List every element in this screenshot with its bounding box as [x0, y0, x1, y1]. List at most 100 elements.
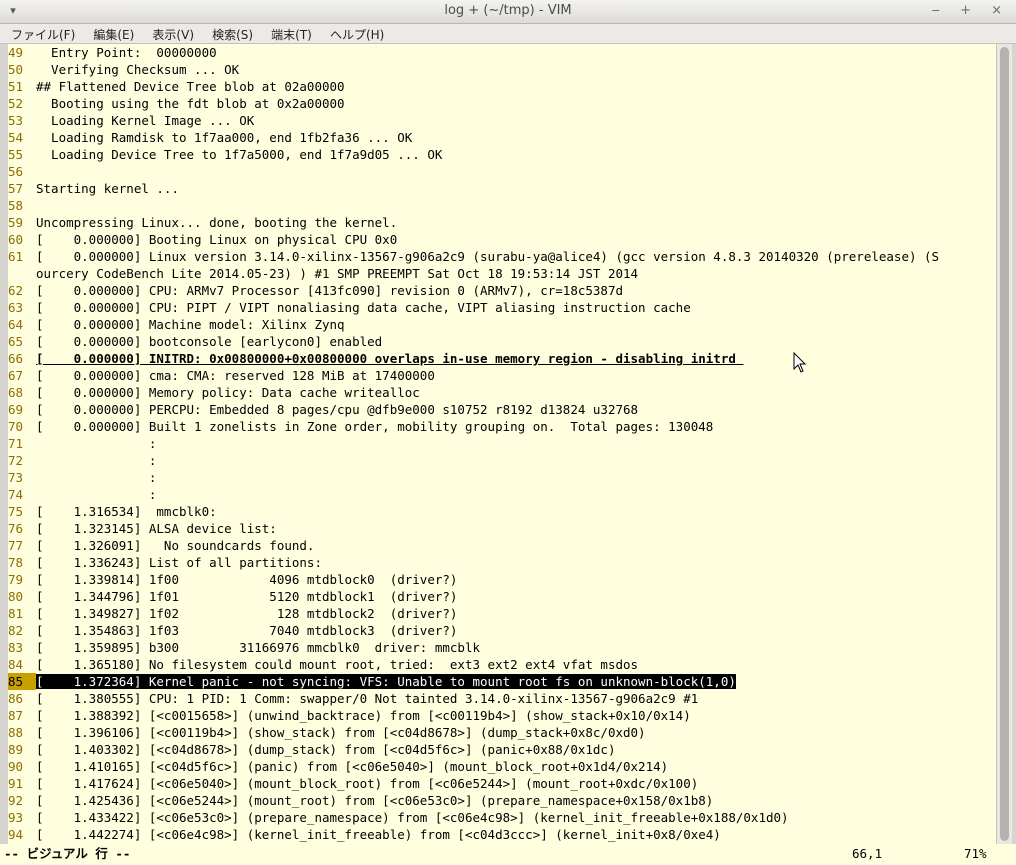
- line-number: 54: [8, 130, 24, 145]
- text-line[interactable]: 76 [ 1.323145] ALSA device list:: [8, 520, 996, 537]
- line-text: [ 1.442274] [<c06e4c98>] (kernel_init_fr…: [36, 827, 721, 842]
- text-line[interactable]: 64 [ 0.000000] Machine model: Xilinx Zynq: [8, 316, 996, 333]
- text-line[interactable]: 72 :: [8, 452, 996, 469]
- line-text: Verifying Checksum ... OK: [36, 62, 240, 77]
- text-line[interactable]: 61 [ 0.000000] Linux version 3.14.0-xilin…: [8, 248, 996, 265]
- line-text: [ 1.372364] Kernel panic - not syncing: …: [36, 674, 736, 689]
- mouse-pointer-icon: [793, 352, 807, 373]
- line-text: [ 1.316534] mmcblk0:: [36, 504, 217, 519]
- text-line[interactable]: 94 [ 1.442274] [<c06e4c98>] (kernel_init_…: [8, 826, 996, 843]
- line-text: [ 0.000000] Linux version 3.14.0-xilinx-…: [36, 249, 940, 264]
- scroll-percent: 71%: [964, 846, 987, 861]
- text-line[interactable]: 71 :: [8, 435, 996, 452]
- text-line[interactable]: 84 [ 1.365180] No filesystem could mount …: [8, 656, 996, 673]
- line-number: 75: [8, 504, 24, 519]
- text-line[interactable]: 82 [ 1.354863] 1f03 7040 mtdblock3 (drive…: [8, 622, 996, 639]
- text-line[interactable]: 78 [ 1.336243] List of all partitions:: [8, 554, 996, 571]
- line-text: [ 1.388392] [<c0015658>] (unwind_backtra…: [36, 708, 691, 723]
- text-line[interactable]: 52 Booting using the fdt blob at 0x2a000…: [8, 95, 996, 112]
- text-line[interactable]: 49 Entry Point: 00000000: [8, 44, 996, 61]
- text-line[interactable]: 67 [ 0.000000] cma: CMA: reserved 128 MiB…: [8, 367, 996, 384]
- text-line[interactable]: 62 [ 0.000000] CPU: ARMv7 Processor [413f…: [8, 282, 996, 299]
- text-line[interactable]: 86 [ 1.380555] CPU: 1 PID: 1 Comm: swappe…: [8, 690, 996, 707]
- text-line[interactable]: ourcery CodeBench Lite 2014.05-23) ) #1 …: [8, 265, 996, 282]
- line-number: 56: [8, 164, 24, 179]
- text-line[interactable]: 53 Loading Kernel Image ... OK: [8, 112, 996, 129]
- line-text: [ 1.326091] No soundcards found.: [36, 538, 315, 553]
- text-line[interactable]: 74 :: [8, 486, 996, 503]
- menu-edit[interactable]: 編集(E): [93, 24, 134, 43]
- menu-search[interactable]: 検索(S): [212, 24, 253, 43]
- line-text: [ 1.417624] [<c06e5040>] (mount_block_ro…: [36, 776, 699, 791]
- window-controls[interactable]: ‒ + ×: [932, 3, 1010, 18]
- line-number: 65: [8, 334, 24, 349]
- line-number: 49: [8, 45, 24, 60]
- cursor-position: 66,1: [852, 846, 883, 861]
- menu-terminal[interactable]: 端末(T): [271, 24, 312, 43]
- line-text: [ 0.000000] Booting Linux on physical CP…: [36, 232, 398, 247]
- text-line[interactable]: 83 [ 1.359895] b300 31166976 mmcblk0 driv…: [8, 639, 996, 656]
- text-line[interactable]: 68 [ 0.000000] Memory policy: Data cache …: [8, 384, 996, 401]
- text-line[interactable]: 57 Starting kernel ...: [8, 180, 996, 197]
- line-number: 69: [8, 402, 24, 417]
- window-title: log + (~/tmp) - VIM: [444, 3, 572, 18]
- text-line[interactable]: 93 [ 1.433422] [<c06e53c0>] (prepare_name…: [8, 809, 996, 826]
- text-line[interactable]: 80 [ 1.344796] 1f01 5120 mtdblock1 (drive…: [8, 588, 996, 605]
- text-line[interactable]: 73 :: [8, 469, 996, 486]
- line-number: 78: [8, 555, 24, 570]
- line-text: [ 1.344796] 1f01 5120 mtdblock1 (driver?…: [36, 589, 458, 604]
- text-line[interactable]: 70 [ 0.000000] Built 1 zonelists in Zone …: [8, 418, 996, 435]
- line-text: Entry Point: 00000000: [36, 45, 217, 60]
- text-line[interactable]: 56: [8, 163, 996, 180]
- line-text: [ 0.000000] cma: CMA: reserved 128 MiB a…: [36, 368, 435, 383]
- line-text: Booting using the fdt blob at 0x2a00000: [36, 96, 345, 111]
- vim-text-buffer[interactable]: 49 Entry Point: 00000000 50 Verifying Che…: [8, 44, 996, 844]
- text-line[interactable]: 59 Uncompressing Linux... done, booting t…: [8, 214, 996, 231]
- line-text: [ 1.403302] [<c04d8678>] (dump_stack) fr…: [36, 742, 616, 757]
- text-line[interactable]: 87 [ 1.388392] [<c0015658>] (unwind_backt…: [8, 707, 996, 724]
- line-text: [ 1.349827] 1f02 128 mtdblock2 (driver?): [36, 606, 458, 621]
- line-text: [ 1.433422] [<c06e53c0>] (prepare_namesp…: [36, 810, 789, 825]
- line-text: :: [36, 470, 157, 485]
- text-line[interactable]: 85[ 1.372364] Kernel panic - not syncing…: [8, 673, 996, 690]
- line-text: Loading Kernel Image ... OK: [36, 113, 255, 128]
- menu-file[interactable]: ファイル(F): [11, 24, 75, 43]
- text-line[interactable]: 88 [ 1.396106] [<c00119b4>] (show_stack) …: [8, 724, 996, 741]
- line-text: :: [36, 436, 157, 451]
- line-text: Loading Ramdisk to 1f7aa000, end 1fb2fa3…: [36, 130, 413, 145]
- text-line[interactable]: 90 [ 1.410165] [<c04d5f6c>] (panic) from …: [8, 758, 996, 775]
- line-text: Loading Device Tree to 1f7a5000, end 1f7…: [36, 147, 443, 162]
- line-number: 83: [8, 640, 24, 655]
- line-text: [ 1.380555] CPU: 1 PID: 1 Comm: swapper/…: [36, 691, 699, 706]
- scrollbar-thumb[interactable]: [1000, 47, 1009, 841]
- vertical-scrollbar[interactable]: [996, 44, 1012, 844]
- text-line[interactable]: 92 [ 1.425436] [<c06e5244>] (mount_root) …: [8, 792, 996, 809]
- line-text: [ 0.000000] PERCPU: Embedded 8 pages/cpu…: [36, 402, 639, 417]
- menu-view[interactable]: 表示(V): [152, 24, 194, 43]
- line-number: 61: [8, 249, 24, 264]
- text-line[interactable]: 77 [ 1.326091] No soundcards found.: [8, 537, 996, 554]
- text-line[interactable]: 50 Verifying Checksum ... OK: [8, 61, 996, 78]
- text-line[interactable]: 55 Loading Device Tree to 1f7a5000, end …: [8, 146, 996, 163]
- line-text: [ 1.396106] [<c00119b4>] (show_stack) fr…: [36, 725, 646, 740]
- menu-help[interactable]: ヘルプ(H): [330, 24, 384, 43]
- text-line[interactable]: 91 [ 1.417624] [<c06e5040>] (mount_block_…: [8, 775, 996, 792]
- line-number: 52: [8, 96, 24, 111]
- text-line[interactable]: 75 [ 1.316534] mmcblk0:: [8, 503, 996, 520]
- text-line[interactable]: 69 [ 0.000000] PERCPU: Embedded 8 pages/c…: [8, 401, 996, 418]
- text-line[interactable]: 51 ## Flattened Device Tree blob at 02a00…: [8, 78, 996, 95]
- text-line[interactable]: 58: [8, 197, 996, 214]
- text-line[interactable]: 66 [ 0.000000] INITRD: 0x00800000+0x00800…: [8, 350, 996, 367]
- text-line[interactable]: 89 [ 1.403302] [<c04d8678>] (dump_stack) …: [8, 741, 996, 758]
- line-number: 70: [8, 419, 24, 434]
- line-number: 80: [8, 589, 24, 604]
- menubar: ファイル(F) 編集(E) 表示(V) 検索(S) 端末(T) ヘルプ(H): [0, 24, 1016, 44]
- text-line[interactable]: 65 [ 0.000000] bootconsole [earlycon0] en…: [8, 333, 996, 350]
- text-line[interactable]: 54 Loading Ramdisk to 1f7aa000, end 1fb2…: [8, 129, 996, 146]
- text-line[interactable]: 60 [ 0.000000] Booting Linux on physical …: [8, 231, 996, 248]
- line-number: 81: [8, 606, 24, 621]
- text-line[interactable]: 81 [ 1.349827] 1f02 128 mtdblock2 (driver…: [8, 605, 996, 622]
- text-line[interactable]: 79 [ 1.339814] 1f00 4096 mtdblock0 (drive…: [8, 571, 996, 588]
- text-line[interactable]: 63 [ 0.000000] CPU: PIPT / VIPT nonaliasi…: [8, 299, 996, 316]
- window-titlebar: ▾ log + (~/tmp) - VIM ‒ + ×: [0, 0, 1016, 24]
